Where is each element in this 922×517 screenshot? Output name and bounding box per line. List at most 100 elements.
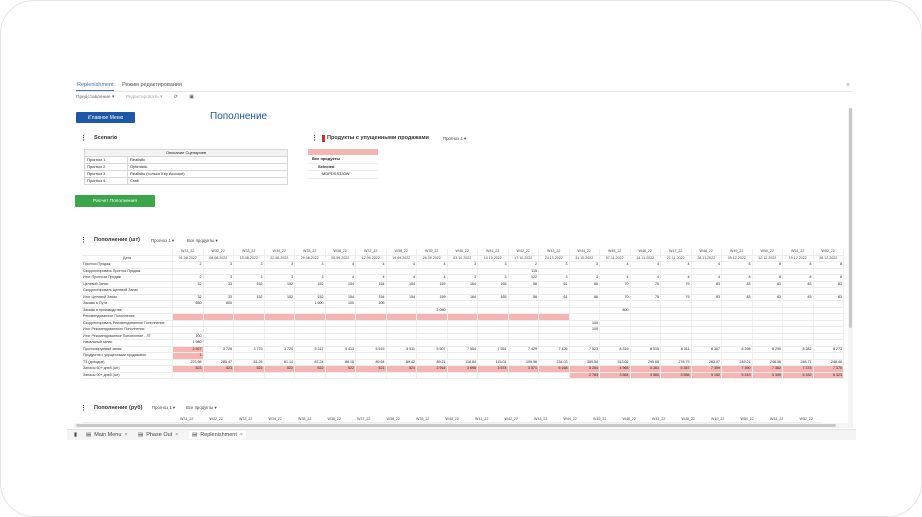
table-cell[interactable] bbox=[538, 372, 570, 379]
table-cell[interactable]: 5 332 bbox=[782, 372, 814, 379]
scrollbar-thumb[interactable] bbox=[76, 424, 836, 427]
horizontal-scrollbar[interactable] bbox=[74, 423, 848, 428]
table-row: Дата 01.08.2022 08.08.2022 15.08.2022 22.08.… bbox=[82, 255, 844, 262]
column-header[interactable]: W43_22 bbox=[526, 416, 556, 423]
column-header[interactable]: W39_22 bbox=[408, 416, 438, 423]
table-cell[interactable] bbox=[508, 372, 539, 379]
table-row: Прогноз 2 Optimistic bbox=[84, 163, 288, 171]
row-label: Запасы 90+ дней (шт) bbox=[82, 372, 173, 379]
tab-replenishment[interactable]: Replenishment bbox=[77, 82, 114, 88]
table-cell[interactable] bbox=[447, 372, 478, 379]
lost-sales-dropdown[interactable]: Прогноз 1 ▾ bbox=[443, 136, 466, 142]
warning-bar-icon bbox=[322, 135, 325, 142]
column-header[interactable]: W46_22 bbox=[614, 416, 644, 423]
column-header[interactable]: W32_22 bbox=[201, 416, 231, 423]
sheet-tab-main-menu[interactable]: ▤ Main Menu × bbox=[83, 431, 130, 439]
rub-products-dropdown[interactable]: Все продукты ▾ bbox=[186, 405, 217, 411]
lost-sales-list: Все продукты Selected MDPDSS330W bbox=[308, 156, 378, 179]
close-icon[interactable]: × bbox=[846, 82, 850, 89]
column-header[interactable]: W36_22 bbox=[319, 416, 349, 423]
list-item[interactable]: Все продукты bbox=[308, 156, 378, 164]
scrollbar-thumb[interactable] bbox=[849, 108, 852, 328]
page-icon: ▤ bbox=[192, 432, 198, 438]
column-header[interactable]: W33_22 bbox=[231, 416, 261, 423]
close-icon[interactable]: × bbox=[124, 432, 127, 438]
edit-dropdown[interactable]: Редактировать ▾ bbox=[126, 95, 163, 100]
page-icon: ▤ bbox=[138, 432, 144, 438]
close-icon[interactable]: × bbox=[175, 432, 178, 438]
units-products-dropdown[interactable]: Все продукты ▾ bbox=[187, 238, 218, 244]
sheet-tab-phase-out[interactable]: ▤ Phase Out × bbox=[135, 431, 181, 439]
table-cell[interactable] bbox=[325, 372, 356, 379]
chevron-down-icon: ▾ bbox=[215, 238, 218, 243]
view-dropdown[interactable]: Представление ▾ bbox=[76, 95, 114, 100]
table-row: Запасы 90+ дней (шт) 2 783 3 564 3 560 3 556… bbox=[82, 372, 844, 379]
chevron-down-icon: ▾ bbox=[463, 136, 467, 141]
page-title: Пополнение bbox=[210, 111, 268, 122]
column-header[interactable]: W38_22 bbox=[378, 416, 408, 423]
main-menu-button[interactable]: ⅠГлавное Меню bbox=[76, 112, 135, 123]
column-header[interactable]: W41_22 bbox=[467, 416, 497, 423]
lost-sales-title: Продукты с упущенными продажами bbox=[327, 135, 429, 141]
table-cell[interactable] bbox=[233, 372, 265, 379]
column-header[interactable]: W44_22 bbox=[555, 416, 585, 423]
column-header[interactable]: W49_22 bbox=[703, 416, 733, 423]
list-item[interactable]: MDPDSS330W bbox=[308, 171, 378, 179]
scenario-title: Scenario bbox=[94, 135, 118, 141]
lost-sales-menu-icon[interactable]: ⋮ bbox=[311, 134, 318, 142]
table-cell[interactable]: 5 152 bbox=[691, 372, 722, 379]
column-header[interactable]: W34_22 bbox=[260, 416, 290, 423]
page-icon: ▤ bbox=[86, 432, 92, 438]
table-cell[interactable] bbox=[386, 372, 417, 379]
row-label bbox=[82, 416, 172, 423]
toolbar: Представление ▾ Редактировать ▾ ⟳ ▣ bbox=[76, 95, 204, 105]
refresh-icon[interactable]: ⟳ bbox=[174, 95, 178, 100]
save-icon[interactable]: ▣ bbox=[189, 95, 194, 100]
list-item[interactable]: Selected bbox=[308, 164, 378, 171]
close-icon[interactable]: × bbox=[240, 432, 243, 438]
vertical-scrollbar[interactable] bbox=[848, 108, 853, 428]
table-row: Прогноз 4 Craft bbox=[84, 177, 288, 185]
view-tabbar: Replenishment Режим редактирования bbox=[76, 80, 852, 92]
units-menu-icon[interactable]: ⋮ bbox=[80, 236, 87, 244]
rub-menu-icon[interactable]: ⋮ bbox=[80, 404, 87, 412]
column-header[interactable]: W40_22 bbox=[437, 416, 467, 423]
table-cell[interactable] bbox=[355, 372, 387, 379]
tab-edit-mode[interactable]: Режим редактирования bbox=[122, 82, 182, 88]
column-header[interactable]: W42_22 bbox=[496, 416, 526, 423]
table-cell[interactable]: 5 340 bbox=[752, 372, 783, 379]
sheet-tab-replenishment[interactable]: ▤ Replenishment × bbox=[189, 431, 246, 439]
calc-replenishment-button[interactable]: Расчет Пополнения bbox=[75, 195, 155, 207]
units-forecast-dropdown[interactable]: Прогноз 1 ▾ bbox=[151, 238, 174, 244]
column-header[interactable]: W51_22 bbox=[762, 416, 792, 423]
column-header[interactable]: W45_22 bbox=[585, 416, 615, 423]
table-cell[interactable] bbox=[264, 372, 295, 379]
column-header[interactable]: W35_22 bbox=[290, 416, 320, 423]
table-cell[interactable]: 2 783 bbox=[569, 372, 600, 379]
row-label: Скорректировать Рекомендованное Пополнен… bbox=[82, 320, 173, 327]
chevron-down-icon: ▾ bbox=[171, 238, 175, 243]
column-header[interactable]: W37_22 bbox=[349, 416, 379, 423]
table-row: W31_22 W32_22 W33_22 W34_22 W35_22 W36_22 W37_… bbox=[82, 416, 821, 423]
table-cell[interactable]: 3 560 bbox=[630, 372, 661, 379]
column-header[interactable]: W47_22 bbox=[644, 416, 674, 423]
scenario-menu-icon[interactable]: ⋮ bbox=[80, 134, 87, 142]
bookmark-icon[interactable]: ▮ bbox=[71, 431, 80, 439]
table-cell[interactable]: 3 556 bbox=[660, 372, 692, 379]
rub-title: Пополнение (руб) bbox=[94, 405, 143, 411]
table-cell[interactable]: 3 564 bbox=[599, 372, 631, 379]
table-cell[interactable] bbox=[294, 372, 326, 379]
column-header[interactable]: W52_22 bbox=[791, 416, 821, 423]
table-cell[interactable] bbox=[172, 372, 204, 379]
rub-forecast-dropdown[interactable]: Прогноз 1 ▾ bbox=[152, 405, 175, 411]
column-header[interactable]: W50_22 bbox=[732, 416, 762, 423]
scenario-table: Описание Сценариев Прогноз 1 Realistic Пр… bbox=[84, 149, 288, 185]
table-cell[interactable]: 5 243 bbox=[721, 372, 753, 379]
table-cell[interactable] bbox=[477, 372, 509, 379]
table-cell[interactable] bbox=[416, 372, 448, 379]
column-header[interactable]: W48_22 bbox=[673, 416, 703, 423]
table-cell[interactable]: 5 323 bbox=[813, 372, 844, 379]
chevron-down-icon: ▾ bbox=[172, 405, 176, 410]
column-header[interactable]: W31_22 bbox=[172, 416, 202, 423]
table-cell[interactable] bbox=[203, 372, 234, 379]
